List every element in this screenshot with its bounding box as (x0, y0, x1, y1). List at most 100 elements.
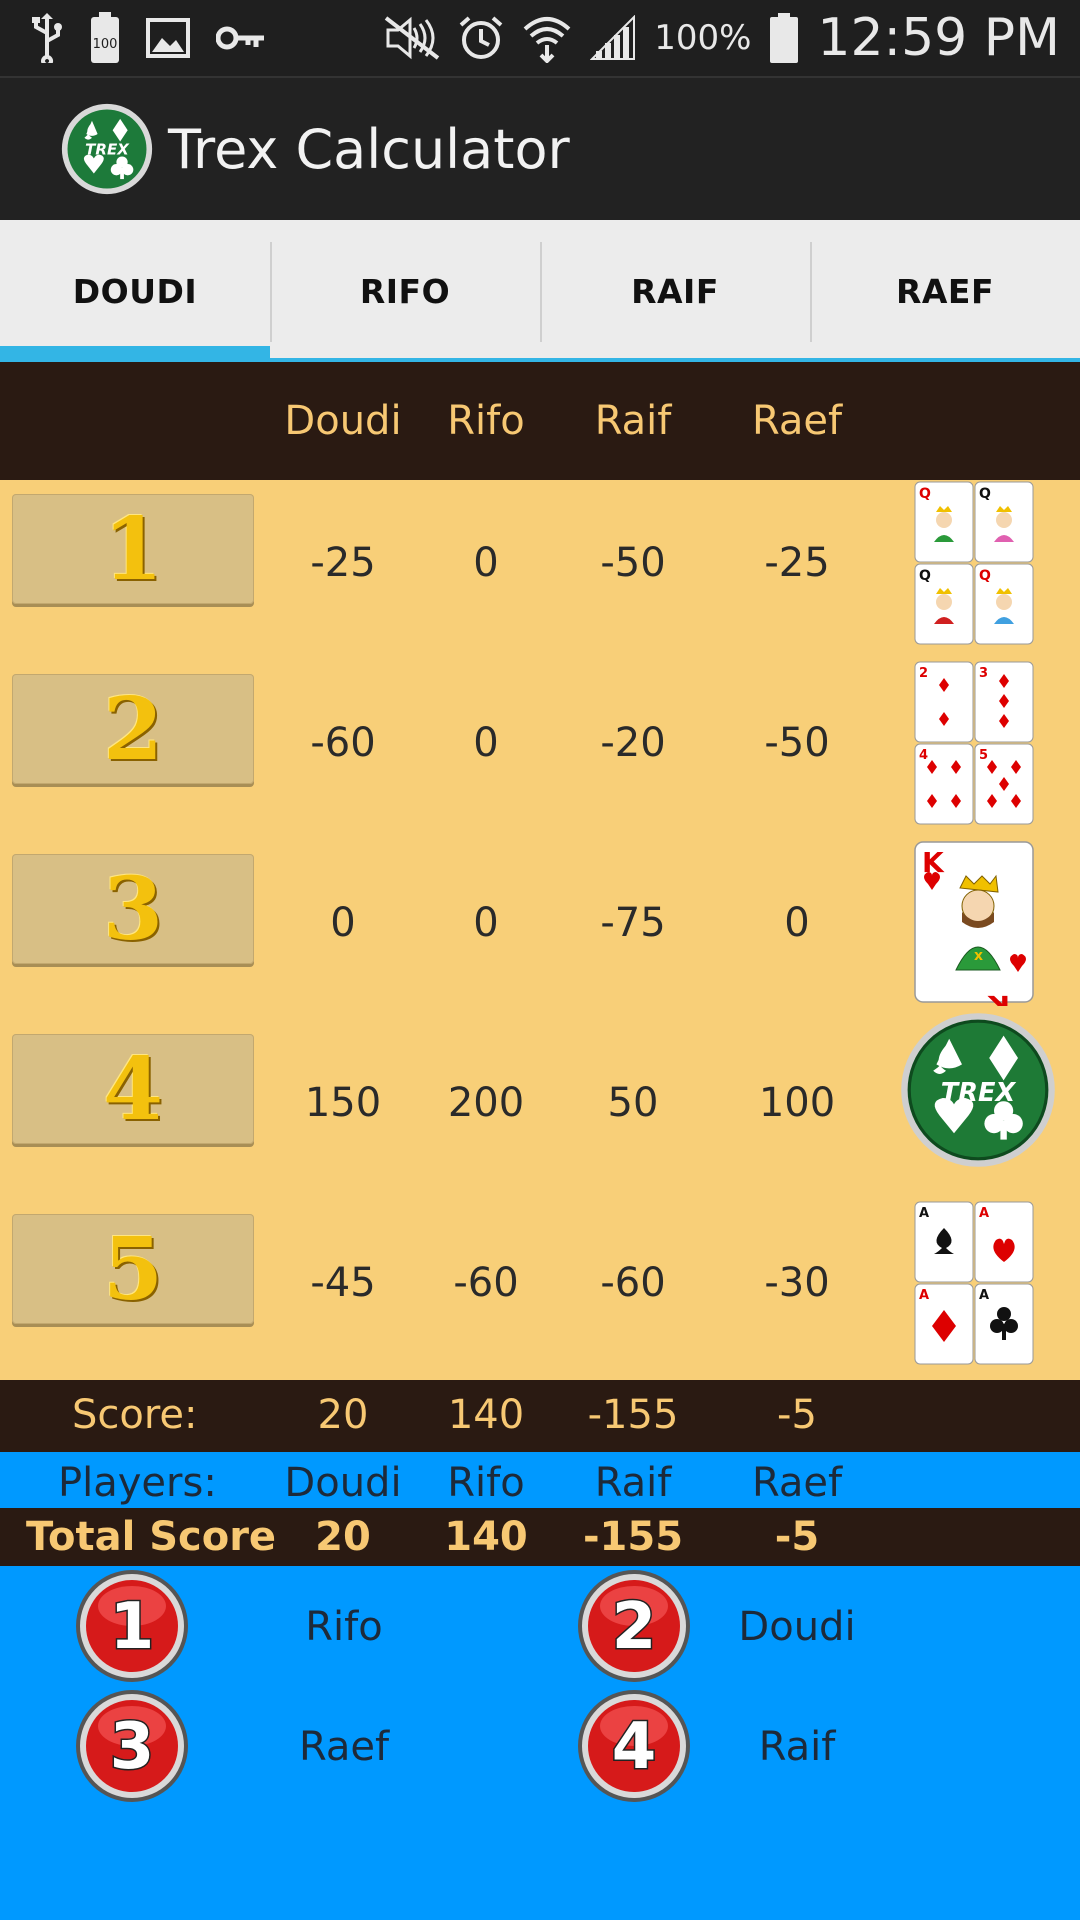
round-row: 2 -60 0 -20 -50 2 3 4 5 (0, 660, 1080, 840)
score-cell: 0 (784, 900, 810, 946)
round-row: 3 0 0 -75 0 K x K (0, 840, 1080, 1020)
round-4-button[interactable]: 4 (12, 1034, 254, 1144)
score-cell: 150 (304, 1080, 382, 1126)
score-cell: -50 (600, 540, 666, 586)
tab-rifo[interactable]: RIFO (270, 220, 540, 362)
total-score-value: 140 (444, 1514, 528, 1560)
round-row: 4 150 200 50 100 TREX (0, 1013, 1080, 1200)
clock: 12:59 PM (817, 8, 1060, 68)
tab-indicator (0, 346, 270, 362)
round-row: 1 -25 0 -50 -25 Q Q Q Q (0, 480, 1080, 660)
total-score-value: 20 (315, 1514, 371, 1560)
round-row: 5 -45 -60 -60 -30 A A A A (0, 1200, 1080, 1380)
round-number: 3 (103, 858, 163, 960)
player-header-rifo: Rifo (447, 398, 525, 444)
usb-icon (30, 13, 64, 63)
players-row: Players: Doudi Rifo Raif Raef (0, 1452, 1080, 1508)
signal-icon (590, 15, 636, 61)
svg-text:Q: Q (979, 486, 991, 502)
score-cell: -20 (600, 720, 666, 766)
players-label: Players: (58, 1460, 217, 1506)
rank-3-badge: 3 (76, 1690, 188, 1802)
round-5-button[interactable]: 5 (12, 1214, 254, 1324)
status-bar: 100 100% 12:59 PM (0, 0, 1080, 76)
score-cell: -25 (764, 540, 830, 586)
player-header-raef: Raef (751, 398, 843, 444)
tab-label: DOUDI (72, 271, 198, 311)
svg-text:100: 100 (93, 37, 118, 52)
svg-text:2: 2 (919, 666, 928, 681)
action-bar: TREX Trex Calculator (0, 76, 1080, 220)
player-name: Raef (751, 1460, 843, 1506)
four-aces-cards-icon: A A A A (914, 1201, 1034, 1365)
key-icon (216, 23, 266, 53)
tab-label: RAEF (895, 271, 995, 311)
rank-3-name: Raef (298, 1724, 390, 1770)
svg-text:3: 3 (110, 1710, 155, 1784)
score-cell: 0 (330, 900, 356, 946)
svg-text:3: 3 (979, 666, 988, 681)
svg-text:5: 5 (979, 748, 988, 763)
svg-text:Q: Q (919, 486, 931, 502)
alarm-icon (458, 15, 504, 61)
round-1-button[interactable]: 1 (12, 494, 254, 604)
svg-text:A: A (979, 1206, 989, 1221)
score-cell: -60 (600, 1260, 666, 1306)
rank-4-name: Raif (758, 1724, 836, 1770)
score-cell: 0 (473, 900, 499, 946)
tab-raef[interactable]: RAEF (810, 220, 1080, 362)
score-cell: -50 (764, 720, 830, 766)
svg-text:Q: Q (919, 568, 931, 584)
battery-percentage: 100% (654, 18, 752, 58)
svg-text:K: K (987, 989, 1010, 1006)
player-header-raif: Raif (594, 398, 672, 444)
player-tabs: DOUDI RIFO RAIF RAEF (0, 220, 1080, 362)
svg-text:A: A (919, 1206, 929, 1221)
player-name: Doudi (284, 1460, 402, 1506)
diamond-cards-icon: 2 3 4 5 (914, 661, 1034, 825)
score-value: 140 (447, 1392, 525, 1438)
rank-4-badge: 4 (578, 1690, 690, 1802)
app-title: Trex Calculator (168, 118, 570, 181)
score-cell: -25 (310, 540, 376, 586)
trex-logo-icon[interactable]: TREX (60, 102, 154, 196)
svg-text:2: 2 (612, 1590, 657, 1664)
svg-text:4: 4 (612, 1710, 657, 1784)
round-number: 1 (103, 498, 163, 600)
score-cell: 100 (758, 1080, 836, 1126)
four-queens-cards-icon: Q Q Q Q (914, 481, 1034, 645)
svg-text:A: A (979, 1288, 989, 1303)
score-table: 1 -25 0 -50 -25 QQ QQ 2 -60 0 -20 -50 2 … (0, 480, 1080, 1380)
score-value: 20 (317, 1392, 369, 1438)
trex-logo-icon: TREX (901, 1013, 1055, 1167)
score-cell: -60 (310, 720, 376, 766)
rank-2-badge: 2 (578, 1570, 690, 1682)
round-number: 2 (103, 678, 163, 780)
king-of-hearts-card-icon: K x K (914, 841, 1034, 1006)
svg-text:A: A (919, 1288, 929, 1303)
player-name: Raif (594, 1460, 672, 1506)
round-number: 4 (103, 1038, 163, 1140)
round-number: 5 (103, 1218, 163, 1320)
svg-text:4: 4 (919, 748, 928, 763)
score-cell: -75 (600, 900, 666, 946)
total-score-value: -5 (774, 1514, 820, 1560)
player-header-row: Doudi Rifo Raif Raef (0, 362, 1080, 480)
score-label: Score: (72, 1392, 198, 1438)
svg-text:x: x (974, 948, 983, 964)
tab-raif[interactable]: RAIF (540, 220, 810, 362)
round-3-button[interactable]: 3 (12, 854, 254, 964)
tab-label: RIFO (359, 271, 451, 311)
round-2-button[interactable]: 2 (12, 674, 254, 784)
score-value: -5 (777, 1392, 817, 1438)
score-value: -155 (587, 1392, 679, 1438)
score-cell: -45 (310, 1260, 376, 1306)
score-cell: 0 (473, 540, 499, 586)
player-header-doudi: Doudi (284, 398, 402, 444)
round-score-row: Score: 20 140 -155 -5 (0, 1380, 1080, 1452)
total-score-label: Total Score (26, 1514, 277, 1560)
total-score-row: Total Score 20 140 -155 -5 (0, 1508, 1080, 1566)
total-score-value: -155 (582, 1514, 684, 1560)
tab-doudi[interactable]: DOUDI (0, 220, 270, 362)
score-cell: -60 (453, 1260, 519, 1306)
